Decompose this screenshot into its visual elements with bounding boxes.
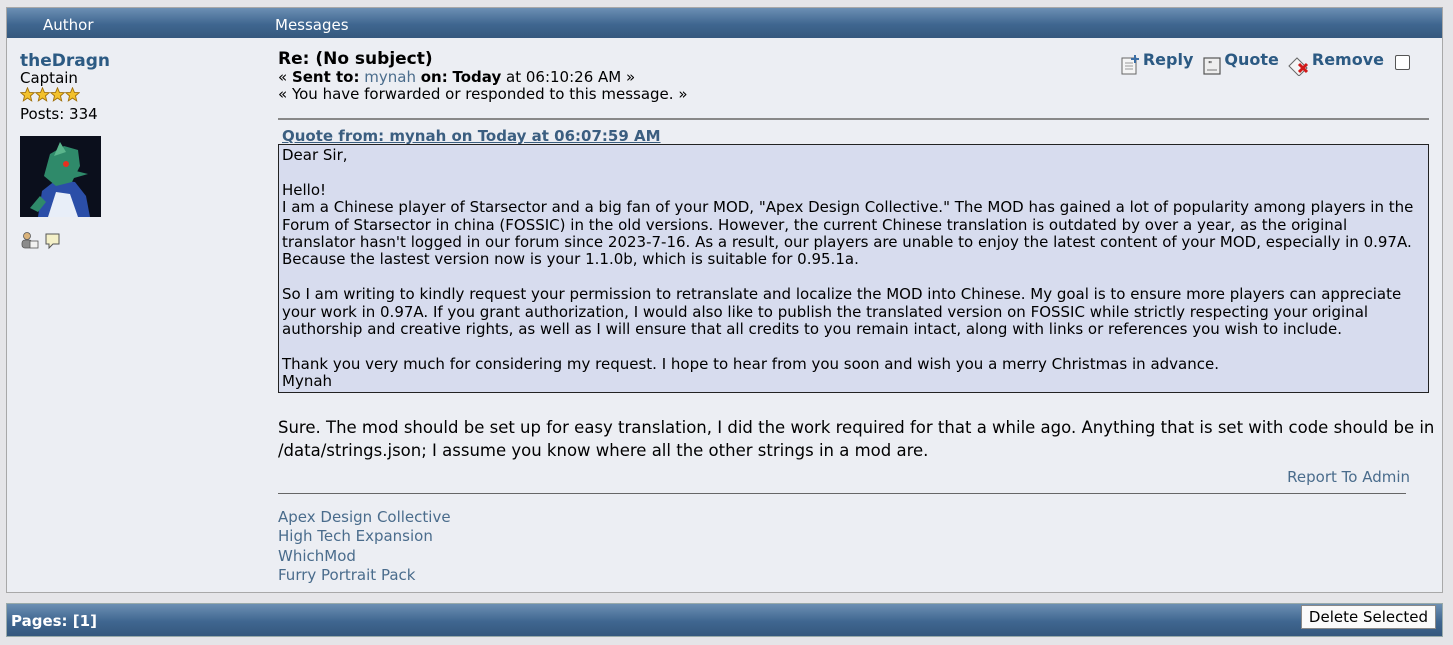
pm-icon[interactable] (43, 231, 62, 250)
message-divider (278, 118, 1429, 120)
table-header: Author Messages (7, 8, 1442, 38)
rank-stars (20, 87, 260, 103)
quote-label: Quote (1224, 50, 1279, 69)
pages-close: ] (90, 612, 97, 630)
quote-line: So I am writing to kindly request your p… (282, 285, 1402, 339)
quote-line: Dear Sir, (282, 146, 348, 164)
quote-gap (282, 164, 1425, 181)
remove-label: Remove (1311, 50, 1384, 69)
star-icon (50, 87, 65, 102)
profile-icons (20, 231, 260, 250)
quote-line: Mynah (282, 372, 333, 391)
page-link-current[interactable]: 1 (80, 612, 90, 630)
sent-day: Today (452, 68, 502, 86)
messages-column-header: Messages (275, 16, 349, 34)
sent-time: at 06:10:26 AM » (506, 68, 636, 86)
pagination-bar: Pages: [1] Delete Selected (6, 603, 1443, 637)
pages-indicator: Pages: [1] (11, 612, 97, 630)
quote-gap (282, 338, 1425, 355)
profile-icon[interactable] (20, 231, 39, 250)
forwarded-note: « You have forwarded or responded to thi… (278, 85, 688, 103)
author-info: theDragn Captain Posts: 334 (20, 52, 260, 250)
pages-label: Pages: [ (11, 612, 80, 630)
quote-header-link[interactable]: Quote from: mynah on Today at 06:07:59 A… (282, 127, 661, 145)
signature-link[interactable]: Furry Portrait Pack (278, 566, 451, 585)
poster-name-link[interactable]: theDragn (20, 52, 260, 70)
quote-line: Hello! (282, 180, 327, 199)
avatar[interactable] (20, 136, 101, 217)
reply-button[interactable]: Reply (1120, 50, 1194, 76)
signature-link[interactable]: High Tech Expansion (278, 527, 451, 546)
remove-button[interactable]: Remove (1287, 50, 1384, 76)
star-icon (65, 87, 80, 102)
star-icon (20, 87, 35, 102)
signature: Apex Design Collective High Tech Expansi… (278, 508, 451, 585)
select-message-checkbox[interactable] (1395, 55, 1410, 70)
post-count: Posts: 334 (20, 105, 98, 123)
delete-selected-button[interactable]: Delete Selected (1300, 605, 1436, 629)
reply-label: Reply (1142, 50, 1194, 69)
quote-gap (282, 269, 1425, 286)
report-to-admin-link[interactable]: Report To Admin (1287, 468, 1410, 486)
signature-divider (278, 493, 1406, 494)
reply-icon (1121, 55, 1139, 75)
quote-line: Thank you very much for considering my r… (282, 354, 1219, 373)
sent-to-label: Sent to: (291, 68, 360, 86)
message-panel: Author Messages theDragn Captain Posts: … (6, 7, 1443, 593)
quote-button[interactable]: " Quote (1201, 50, 1279, 76)
recipient-link[interactable]: mynah (364, 68, 416, 86)
message-column: Re: (No subject) « Sent to: mynah on: To… (278, 50, 1434, 584)
quote-block: Dear Sir, Hello! I am a Chinese player o… (278, 144, 1429, 393)
reply-body: Sure. The mod should be set up for easy … (278, 418, 1435, 460)
star-icon (35, 87, 50, 102)
quote-line: I am a Chinese player of Starsector and … (282, 198, 1414, 269)
signature-link[interactable]: WhichMod (278, 547, 451, 566)
message-actions: Reply " Quote Remove (1120, 50, 1410, 76)
author-column-header: Author (43, 16, 94, 34)
signature-link[interactable]: Apex Design Collective (278, 508, 451, 527)
sent-prefix: « (278, 68, 292, 86)
quote-icon: " (1203, 57, 1221, 75)
on-label: on: (420, 68, 448, 86)
svg-text:": " (1208, 60, 1212, 69)
poster-rank: Captain (20, 69, 78, 87)
remove-icon (1288, 57, 1308, 76)
